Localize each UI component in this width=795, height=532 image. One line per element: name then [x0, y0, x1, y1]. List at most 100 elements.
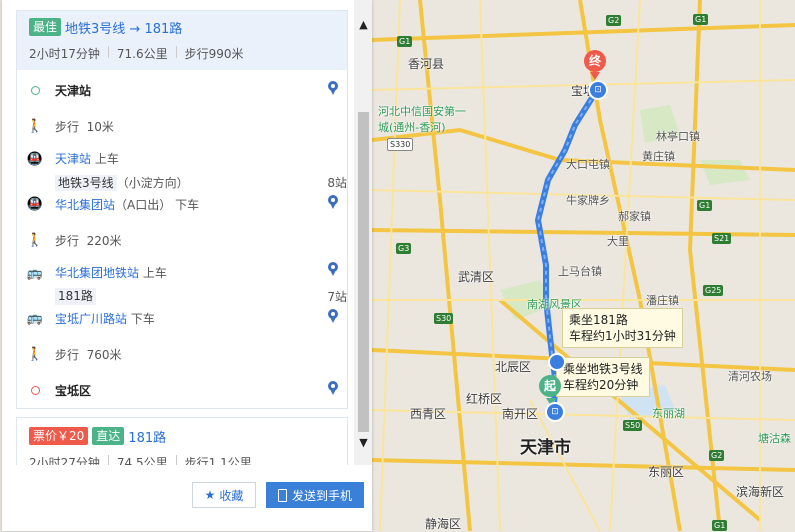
highway-shield: S50: [623, 420, 643, 431]
highway-shield: S30: [434, 313, 454, 324]
start-marker[interactable]: 起: [539, 375, 561, 397]
step-end[interactable]: 宝坻区: [17, 372, 347, 408]
scroll-up-icon[interactable]: ▲: [357, 18, 370, 32]
step-walk-2[interactable]: 🚶 步行 220米: [17, 222, 347, 258]
locate-pin-icon[interactable]: [327, 381, 339, 397]
callout-line: 乘坐地铁3号线: [563, 362, 643, 376]
map-label-hongqiao: 红桥区: [466, 392, 503, 406]
map-label-dakou: 大口屯镇: [566, 158, 610, 171]
map-label-niujia: 牛家牌乡: [566, 194, 610, 207]
send-label: 发送到手机: [291, 488, 352, 503]
map-label-dongli-lake: 东丽湖: [652, 407, 685, 420]
locate-pin-icon[interactable]: [327, 309, 339, 325]
walk-label: 步行: [55, 119, 80, 134]
board-station[interactable]: 华北集团地铁站: [55, 266, 139, 280]
alight-station[interactable]: 华北集团站: [55, 196, 115, 213]
highway-shield: G25: [703, 285, 724, 296]
highway-shield: G2: [606, 15, 622, 26]
bus-icon: 🚌: [26, 310, 44, 326]
favorite-label: 收藏: [219, 488, 244, 503]
step-alight-metro[interactable]: 🚇 华北集团站 （A口出） 下车: [17, 186, 347, 222]
walk-label: 步行: [55, 233, 80, 248]
map-label-panzhuang: 潘庄镇: [646, 294, 679, 307]
map-label-tongzhou-xianghe: 城(通州-香河): [378, 121, 446, 134]
route-walk: 步行1.1公里: [184, 456, 252, 465]
route-name[interactable]: 地铁3号线 → 181路: [65, 18, 182, 37]
direct-badge: 直达: [92, 427, 125, 445]
route-name[interactable]: 181路: [128, 427, 166, 446]
board-station[interactable]: 天津站: [55, 152, 91, 166]
map-label-shangmachang: 上马台镇: [558, 265, 602, 278]
alight-action: 下车: [175, 197, 200, 212]
map-label-hebei-zhongxin: 河北中信国安第一: [378, 105, 466, 118]
walk-distance: 760米: [86, 347, 122, 362]
action-bar: ★ 收藏 发送到手机: [2, 468, 372, 528]
route-walk: 步行990米: [184, 47, 244, 61]
transfer-stop-icon: [548, 353, 566, 371]
bus-stop-icon: ⊡: [588, 80, 608, 100]
step-walk-1[interactable]: 🚶 步行 10米: [17, 108, 347, 144]
highway-shield: G1: [712, 520, 728, 531]
fare-badge: 票价￥20: [29, 427, 89, 445]
callout-duration: 车程约20分钟: [563, 378, 639, 392]
step-board-metro[interactable]: 🚇 天津站 上车 地铁3号线 （小淀方向） 8站: [17, 144, 347, 191]
locate-pin-icon[interactable]: [327, 81, 339, 97]
map-label-haojiazhuang: 郝家镇: [618, 210, 651, 223]
scrollbar-thumb[interactable]: [358, 112, 369, 432]
walk-distance: 220米: [86, 233, 122, 248]
route-distance: 74.5公里: [116, 456, 168, 465]
step-board-bus[interactable]: 🚌 华北集团地铁站 上车 181路 7站: [17, 258, 347, 305]
send-to-phone-button[interactable]: 发送到手机: [266, 482, 364, 508]
start-dot-icon: [27, 81, 43, 99]
phone-icon: [277, 488, 287, 502]
map-label-huangzhuang: 黄庄镇: [642, 150, 675, 163]
locate-pin-icon[interactable]: [327, 195, 339, 211]
route-option-1[interactable]: 最佳 地铁3号线 → 181路 2小时17分钟 71.6公里 步行990米 天津…: [16, 10, 348, 409]
route-distance: 71.6公里: [116, 47, 168, 61]
scroll-down-icon[interactable]: ▼: [357, 436, 370, 450]
map-label-dabei: 大里: [607, 235, 629, 248]
map-label-beichen: 北辰区: [495, 360, 532, 374]
map-label-xianghe: 香河县: [408, 57, 445, 71]
star-icon: ★: [204, 488, 216, 502]
map-label-dongli: 东丽区: [648, 465, 685, 479]
favorite-button[interactable]: ★ 收藏: [192, 482, 256, 508]
board-action: 上车: [142, 266, 167, 280]
locate-pin-icon[interactable]: [327, 262, 339, 278]
list-scrollbar[interactable]: ▲ ▼: [354, 0, 372, 465]
route-option-2[interactable]: 票价￥20 直达 181路 2小时27分钟 74.5公里 步行1.1公里: [16, 417, 348, 465]
walk-icon: 🚶: [26, 232, 44, 248]
metro-stop-icon: ⊡: [545, 402, 565, 422]
map-label-tanggu: 塘沽森: [758, 432, 791, 445]
metro-icon: 🚇: [26, 196, 44, 212]
step-alight-bus[interactable]: 🚌 宝坻广川路站 下车: [17, 300, 347, 336]
start-name: 天津站: [55, 83, 92, 98]
end-name: 宝坻区: [55, 383, 92, 398]
route-list: 最佳 地铁3号线 → 181路 2小时17分钟 71.6公里 步行990米 天津…: [16, 10, 348, 465]
bus-segment-callout: 乘坐181路 车程约1小时31分钟: [562, 308, 683, 348]
highway-shield: S21: [712, 233, 732, 244]
map-label-wuqing: 武清区: [458, 270, 495, 284]
walk-label: 步行: [55, 347, 80, 362]
map-label-tianjin: 天津市: [520, 438, 571, 458]
highway-shield: G2: [709, 450, 725, 461]
metro-icon: 🚇: [26, 151, 44, 167]
map-label-qinghe: 清河农场: [728, 370, 772, 383]
map-label-binhai: 滨海新区: [736, 485, 785, 499]
step-start[interactable]: 天津站: [17, 72, 347, 108]
bus-icon: 🚌: [26, 265, 44, 281]
step-walk-3[interactable]: 🚶 步行 760米: [17, 336, 347, 372]
walk-icon: 🚶: [26, 118, 44, 134]
map-label-xiqing: 西青区: [410, 407, 447, 421]
exit-info: （A口出）: [115, 197, 172, 212]
alight-action: 下车: [130, 311, 155, 326]
route-duration: 2小时27分钟: [29, 456, 100, 465]
walk-icon: 🚶: [26, 346, 44, 362]
highway-shield: G1: [693, 14, 709, 25]
callout-duration: 车程约1小时31分钟: [569, 329, 676, 343]
alight-station[interactable]: 宝坻广川路站: [55, 310, 127, 327]
route-header[interactable]: 最佳 地铁3号线 → 181路 2小时17分钟 71.6公里 步行990米: [17, 11, 347, 70]
map-label-jinghai: 静海区: [425, 517, 462, 531]
route-panel: 最佳 地铁3号线 → 181路 2小时17分钟 71.6公里 步行990米 天津…: [2, 0, 372, 531]
end-marker[interactable]: 终: [584, 50, 606, 72]
